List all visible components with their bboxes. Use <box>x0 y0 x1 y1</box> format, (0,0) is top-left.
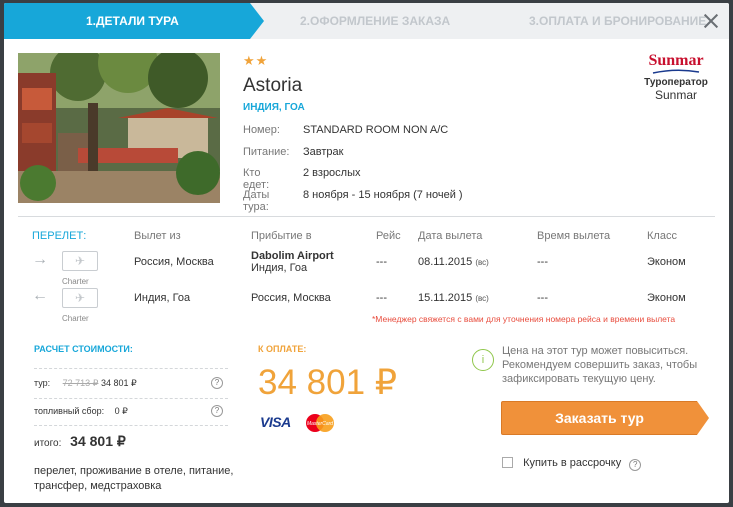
visa-logo: VISA <box>260 414 291 430</box>
departure-date-header: Дата вылета <box>418 230 483 242</box>
steps-bar: 1.Детали тура 2.Оформление заказа 3.Опла… <box>4 3 729 39</box>
calc-total: итого: 34 801 ₽ <box>34 433 126 450</box>
hotel-stars: ★★ <box>243 53 269 68</box>
payment-amount: 34 801 ₽ <box>258 363 398 402</box>
hotel-name: Astoria <box>243 75 303 96</box>
travelers-label: Кто едет: <box>243 167 270 191</box>
flight-day: (вс) <box>475 258 489 267</box>
flight-from: Россия, Москва <box>134 256 214 268</box>
installment-checkbox[interactable] <box>502 457 513 468</box>
flight-header: ПЕРЕЛЕТ: <box>32 230 87 242</box>
hotel-photo[interactable] <box>18 53 220 203</box>
installment-label: Купить в рассрочку <box>523 457 622 469</box>
order-tour-label: Заказать тур <box>555 410 644 426</box>
calc-separator <box>34 398 228 399</box>
plane-icon: ✈ <box>62 251 98 271</box>
flight-class: Эконом <box>647 256 686 268</box>
operator-logo: Sunmar <box>648 52 704 69</box>
step-tour-details: 1.Детали тура <box>4 3 264 39</box>
tour-details-modal: 1.Детали тура 2.Оформление заказа 3.Опла… <box>4 3 729 503</box>
tour-operator: Sunmar Туроператор Sunmar <box>636 52 716 103</box>
flight-date: 15.11.2015 (вс) <box>418 292 489 304</box>
meal-value: Завтрак <box>303 145 344 158</box>
calc-row-fuel: топливный сбор: 0 ₽ ? <box>34 405 228 417</box>
room-value: STANDARD ROOM NON A/C <box>303 124 449 136</box>
flight-day: (вс) <box>475 294 489 303</box>
flight-time: --- <box>537 256 548 268</box>
close-icon[interactable] <box>701 11 721 31</box>
flight-to: Индия, Гоа <box>251 262 308 274</box>
dates-value: 8 ноября - 15 ноября (7 ночей ) <box>303 188 463 201</box>
travelers-value: 2 взрослых <box>303 167 361 179</box>
fuel-label: топливный сбор: <box>34 406 105 416</box>
price-notice: Цена на этот тур может повыситься. Реком… <box>502 345 698 385</box>
departure-time-header: Время вылета <box>537 230 611 242</box>
help-icon[interactable]: ? <box>211 377 223 389</box>
info-icon: i <box>472 349 494 371</box>
flight-number: --- <box>376 292 387 304</box>
arrow-right-icon: → <box>32 251 48 268</box>
payment-title: К оплате: <box>258 344 307 354</box>
order-tour-button[interactable]: Заказать тур <box>501 401 709 435</box>
divider <box>18 216 715 217</box>
flight-to: Россия, Москва <box>251 292 331 304</box>
calc-separator <box>34 425 228 426</box>
mastercard-logo: MasterCard <box>306 414 334 432</box>
calc-title: Расчет стоимости: <box>34 344 133 354</box>
calc-separator <box>34 368 228 369</box>
step-order-form: 2.Оформление заказа <box>300 14 451 28</box>
flight-number: --- <box>376 256 387 268</box>
departure-from-header: Вылет из <box>134 230 181 242</box>
arrival-airport: Dabolim Airport <box>251 250 334 262</box>
flight-date-value: 08.11.2015 <box>418 256 473 268</box>
room-label: Номер: <box>243 124 280 136</box>
tour-price: 34 801 ₽ <box>100 378 137 388</box>
total-label: итого: <box>34 438 62 449</box>
manager-note: *Менеджер свяжется с вами для уточнения … <box>372 314 676 324</box>
meal-label: Питание: <box>243 145 290 158</box>
operator-name: Sunmar <box>654 88 698 102</box>
price-includes: перелет, проживание в отеле, питание, тр… <box>34 465 234 492</box>
step-tour-details-label: 1.Детали тура <box>86 14 179 28</box>
flight-date: 08.11.2015 (вс) <box>418 256 489 268</box>
fuel-value: 0 ₽ <box>114 406 128 416</box>
tour-label: тур: <box>34 378 51 388</box>
installment-option[interactable]: Купить в рассрочку ? <box>502 457 642 471</box>
flight-type: Charter <box>62 314 89 323</box>
mastercard-label: MasterCard <box>307 421 333 427</box>
class-header: Класс <box>647 230 677 242</box>
flight-time: --- <box>537 292 548 304</box>
dates-label: Даты тура: <box>243 188 270 213</box>
operator-label: Туроператор <box>644 77 708 88</box>
flight-number-header: Рейс <box>376 230 401 242</box>
flight-date-value: 15.11.2015 <box>418 292 473 304</box>
arrow-left-icon: ← <box>32 287 48 304</box>
flight-class: Эконом <box>647 292 686 304</box>
operator-logo-swoosh-icon <box>652 69 700 74</box>
flight-type: Charter <box>62 277 89 286</box>
calc-row-tour: тур: 72 713 ₽ 34 801 ₽ ? <box>34 377 228 389</box>
step-payment-booking: 3.Оплата и бронирование <box>529 14 707 28</box>
arrival-to-header: Прибытие в <box>251 230 312 242</box>
help-icon[interactable]: ? <box>211 405 223 417</box>
plane-icon: ✈ <box>62 288 98 308</box>
help-icon[interactable]: ? <box>629 459 642 471</box>
hotel-location: Индия, Гоа <box>243 102 305 113</box>
flight-from: Индия, Гоа <box>134 292 191 304</box>
tour-old-price: 72 713 ₽ <box>62 378 99 388</box>
total-value: 34 801 ₽ <box>70 433 126 449</box>
